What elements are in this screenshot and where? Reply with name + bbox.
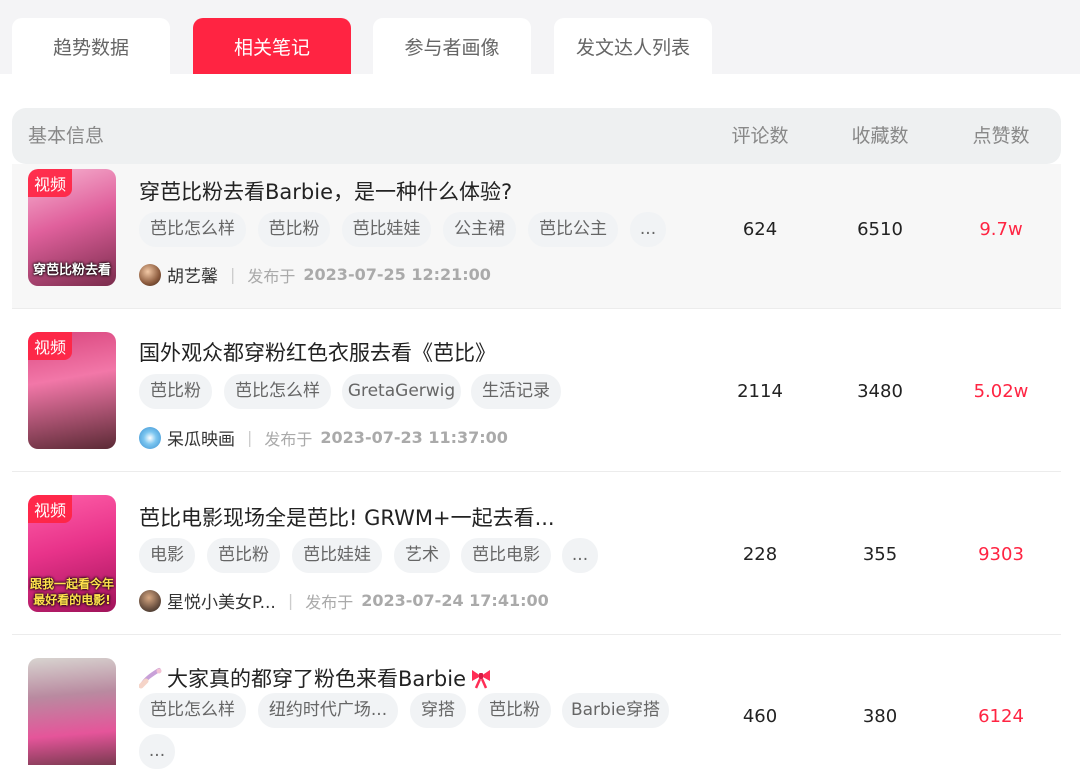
more-tags-button[interactable]: ...	[630, 212, 666, 247]
note-title[interactable]: 穿芭比粉去看Barbie，是一种什么体验?	[139, 176, 512, 206]
favorite-count: 380	[862, 706, 898, 727]
author-name[interactable]: 星悦小美女P...	[167, 588, 276, 613]
nail-polish-icon	[139, 668, 162, 689]
note-title[interactable]: 芭比电影现场全是芭比! GRWM+一起去看...	[139, 502, 555, 532]
video-badge: 视频	[28, 169, 73, 197]
tag-chip[interactable]: 芭比娃娃	[342, 212, 431, 247]
tag-chip[interactable]: 芭比怎么样	[139, 693, 246, 728]
more-tags-button[interactable]: ...	[562, 538, 598, 573]
favorite-count: 6510	[857, 219, 903, 240]
tag-chip[interactable]: 艺术	[394, 538, 450, 573]
tab-related-notes[interactable]: 相关笔记	[193, 18, 351, 74]
posted-label: 发布于	[247, 266, 296, 286]
video-badge: 视频	[28, 495, 73, 523]
more-tags-button[interactable]: ...	[139, 734, 175, 769]
tag-chip[interactable]: 公主裙	[443, 212, 516, 247]
like-count: 6124	[978, 706, 1024, 727]
tag-chip[interactable]: 芭比怎么样	[139, 212, 246, 247]
tab-bar: 趋势数据 相关笔记 参与者画像 发文达人列表	[0, 0, 1080, 74]
like-count: 9303	[978, 544, 1024, 565]
divider: |	[230, 265, 236, 284]
tag-chip[interactable]: 电影	[139, 538, 195, 573]
table-header: 基本信息 评论数 收藏数 点赞数	[12, 108, 1061, 164]
header-comments[interactable]: 评论数	[700, 108, 820, 164]
tag-chip[interactable]: 穿搭	[410, 693, 466, 728]
note-title[interactable]: 国外观众都穿粉红色衣服去看《芭比》	[139, 337, 496, 367]
tab-trend-data[interactable]: 趋势数据	[12, 18, 170, 74]
avatar[interactable]	[139, 589, 161, 612]
note-title-text: 大家真的都穿了粉色来看Barbie	[167, 667, 466, 691]
table-row[interactable]: 视频 穿芭比粉去看 穿芭比粉去看Barbie，是一种什么体验? 芭比怎么样 芭比…	[12, 164, 1061, 309]
favorite-count: 3480	[857, 381, 903, 402]
avatar[interactable]	[139, 426, 161, 449]
tag-chip[interactable]: 芭比粉	[258, 212, 330, 247]
like-count: 9.7w	[979, 219, 1023, 240]
tag-chip[interactable]: 芭比电影	[461, 538, 551, 573]
author-name[interactable]: 胡艺馨	[167, 262, 218, 287]
thumbnail-caption: 穿芭比粉去看	[32, 263, 111, 278]
tag-chip[interactable]: 芭比怎么样	[224, 374, 331, 409]
note-thumbnail[interactable]: 视频	[28, 332, 116, 449]
author-name[interactable]: 呆瓜映画	[167, 425, 235, 450]
post-date: 2023-07-25 12:21:00	[303, 265, 491, 284]
tag-chip[interactable]: 纽约时代广场...	[258, 693, 398, 728]
note-thumbnail[interactable]	[28, 658, 116, 765]
tag-chip[interactable]: 芭比粉	[139, 374, 212, 409]
divider: |	[247, 428, 253, 447]
avatar[interactable]	[139, 263, 161, 286]
ribbon-bow-icon	[472, 670, 490, 689]
post-date: 2023-07-24 17:41:00	[361, 591, 549, 610]
favorite-count: 355	[862, 544, 898, 565]
note-meta: 星悦小美女P... | 发布于 2023-07-24 17:41:00	[139, 588, 549, 613]
comment-count: 624	[742, 219, 778, 240]
comment-count: 2114	[737, 381, 783, 402]
tag-chip[interactable]: Barbie穿搭	[562, 693, 669, 728]
video-badge: 视频	[28, 332, 73, 360]
note-meta: 胡艺馨 | 发布于 2023-07-25 12:21:00	[139, 262, 491, 287]
note-thumbnail[interactable]: 视频 穿芭比粉去看	[28, 169, 116, 286]
note-title[interactable]: 大家真的都穿了粉色来看Barbie	[139, 663, 493, 693]
tag-chip[interactable]: 芭比粉	[207, 538, 280, 573]
comment-count: 228	[742, 544, 778, 565]
comment-count: 460	[742, 706, 778, 727]
header-basic-info: 基本信息	[28, 125, 105, 147]
posted-label: 发布于	[305, 592, 354, 612]
tag-chip[interactable]: 芭比粉	[478, 693, 551, 728]
tag-chip[interactable]: 芭比娃娃	[292, 538, 382, 573]
like-count: 5.02w	[973, 381, 1029, 402]
posted-label: 发布于	[264, 429, 313, 449]
header-favorites[interactable]: 收藏数	[820, 108, 940, 164]
tag-chip[interactable]: GretaGerwig	[342, 374, 461, 409]
tag-chip[interactable]: 芭比公主	[528, 212, 618, 247]
note-thumbnail[interactable]: 视频 跟我一起看今年最好看的电影!	[28, 495, 116, 612]
header-likes[interactable]: 点赞数	[941, 108, 1061, 164]
note-meta: 呆瓜映画 | 发布于 2023-07-23 11:37:00	[139, 425, 508, 450]
divider: |	[287, 591, 294, 610]
tab-participant-profile[interactable]: 参与者画像	[373, 18, 531, 74]
tab-creator-list[interactable]: 发文达人列表	[554, 18, 712, 74]
post-date: 2023-07-23 11:37:00	[320, 428, 508, 447]
table-row[interactable]: 视频 国外观众都穿粉红色衣服去看《芭比》 芭比粉 芭比怎么样 GretaGerw…	[12, 309, 1061, 472]
tag-chip[interactable]: 生活记录	[471, 374, 561, 409]
table-row[interactable]: 大家真的都穿了粉色来看Barbie 芭比怎么样 纽约时代广场... 穿搭 芭比粉…	[12, 635, 1061, 769]
table-row[interactable]: 视频 跟我一起看今年最好看的电影! 芭比电影现场全是芭比! GRWM+一起去看.…	[12, 472, 1061, 635]
thumbnail-caption: 跟我一起看今年最好看的电影!	[29, 577, 114, 607]
